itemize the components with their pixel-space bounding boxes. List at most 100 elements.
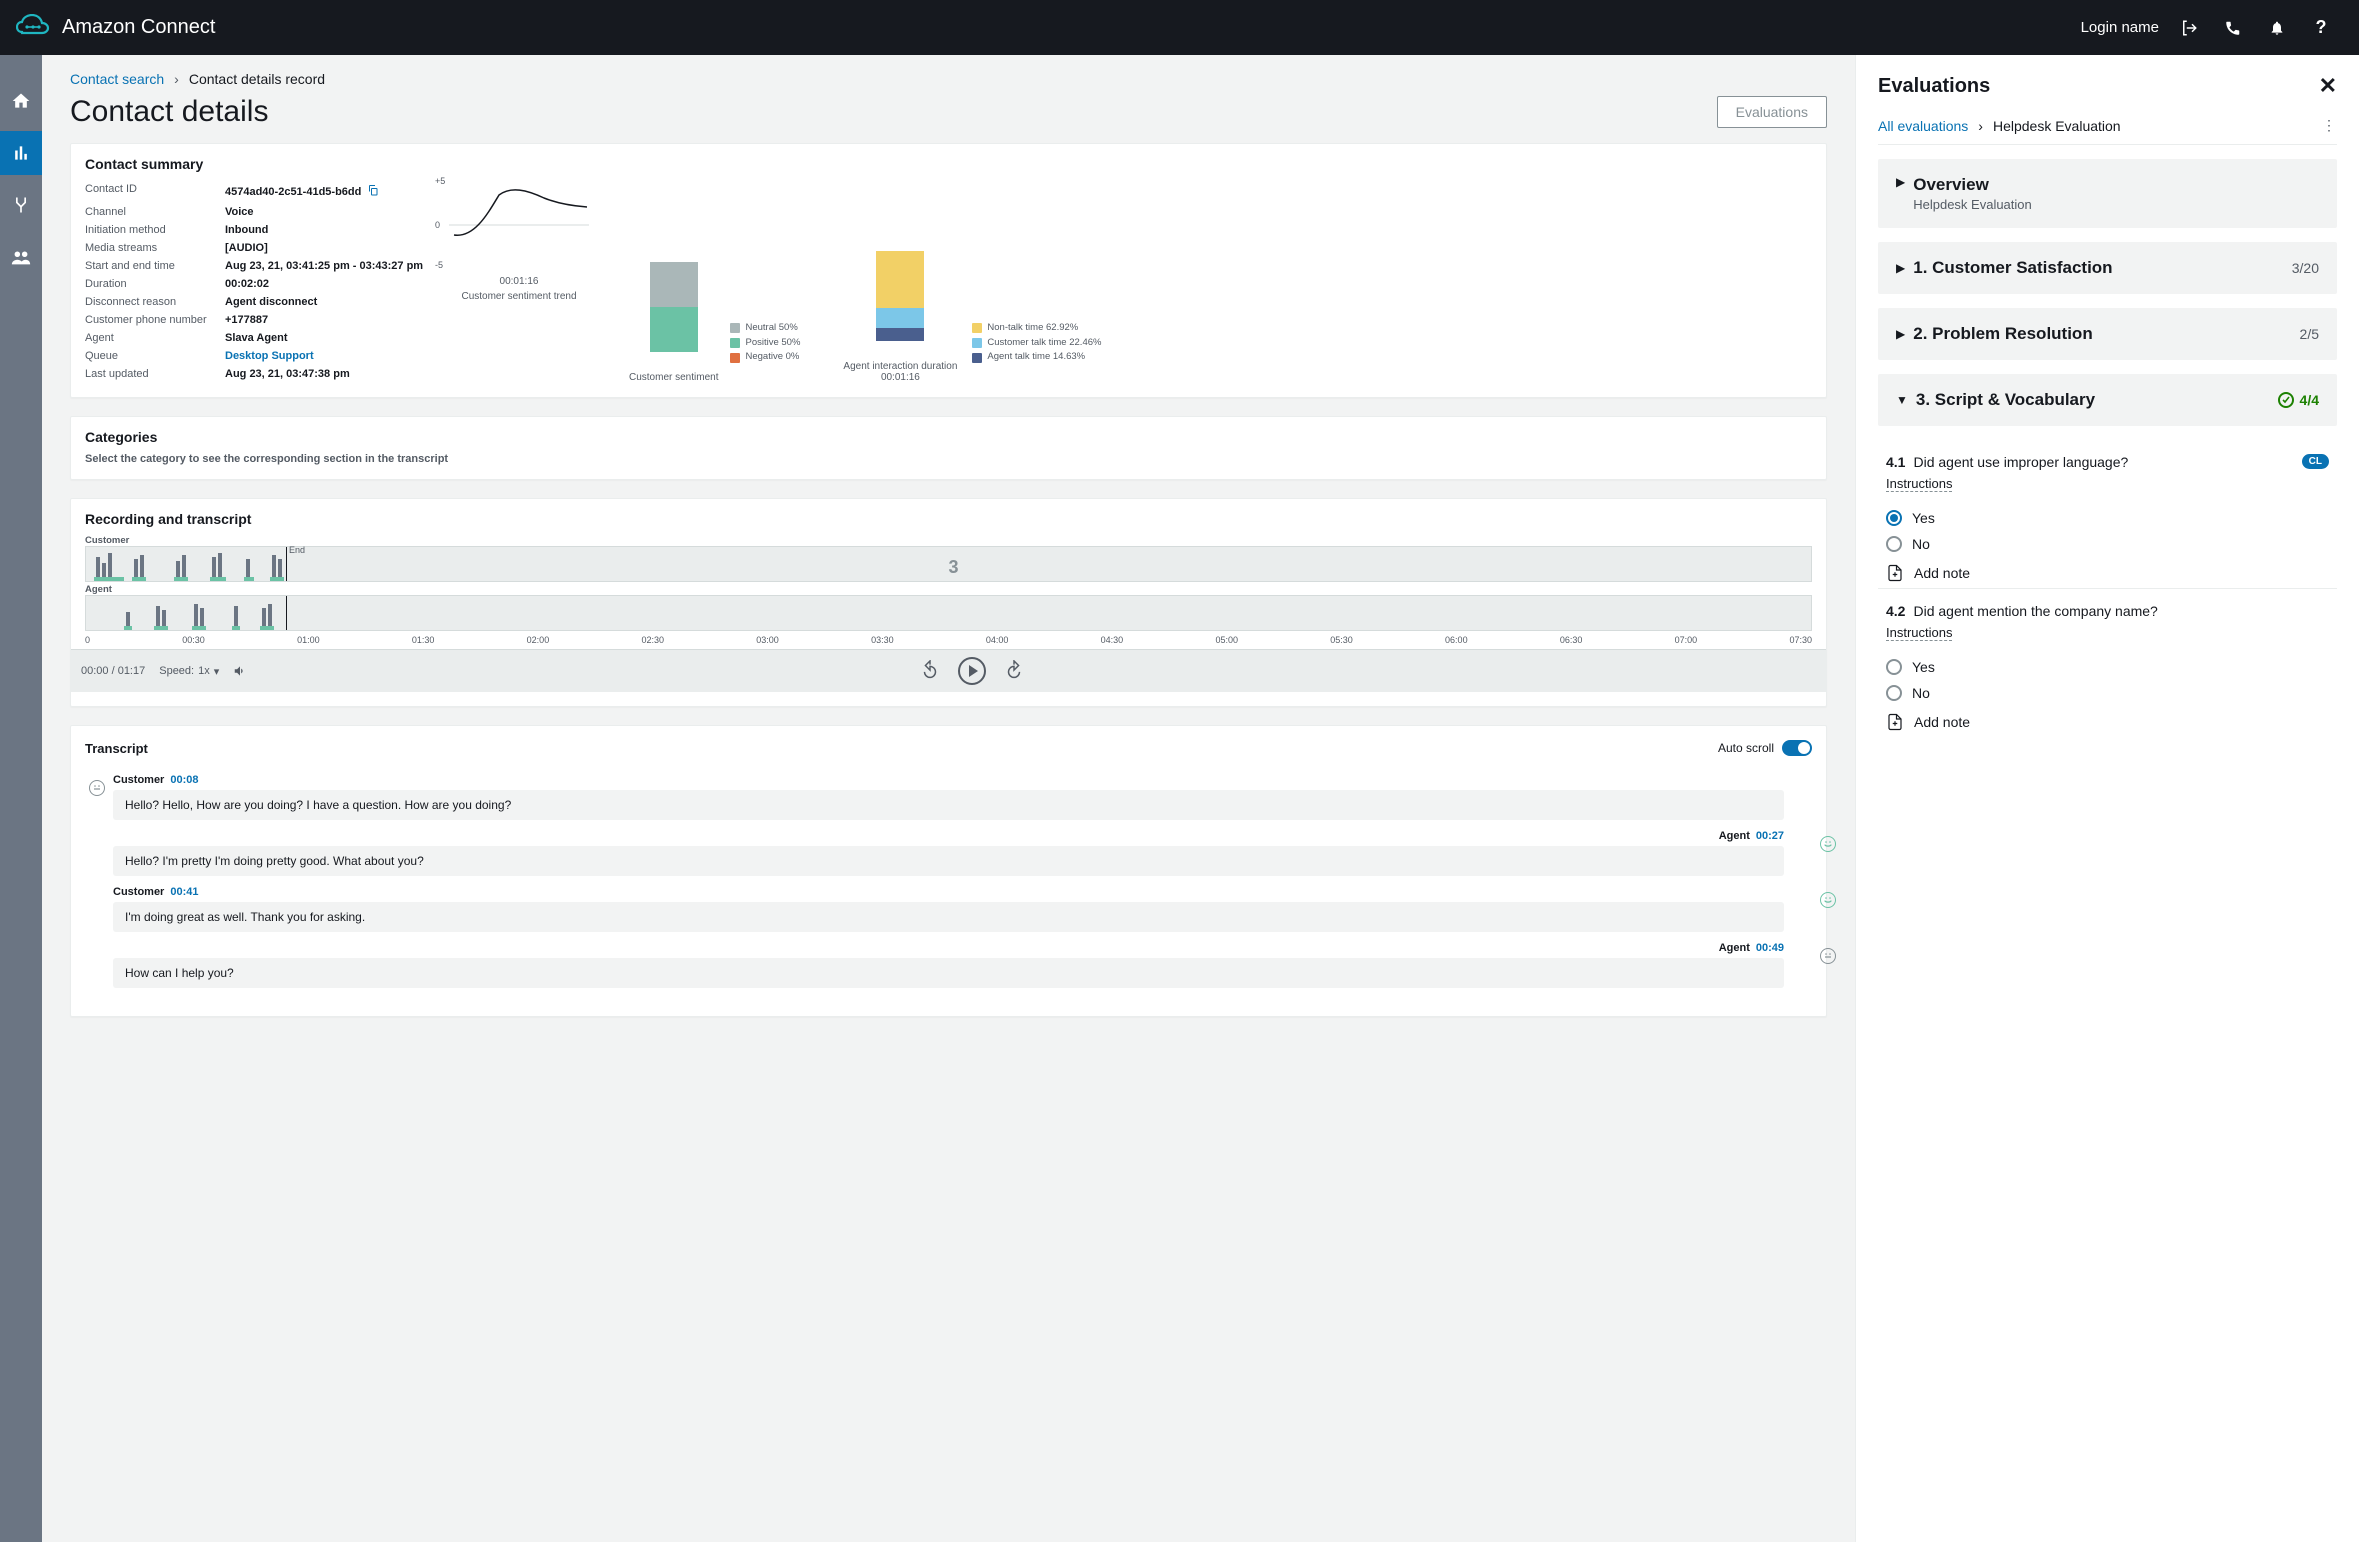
customer-waveform[interactable]: 3 End [85, 546, 1812, 582]
radio-option[interactable]: No [1886, 685, 2329, 701]
volume-icon[interactable] [233, 664, 247, 678]
radio-option[interactable]: Yes [1886, 659, 2329, 675]
breadcrumb-parent[interactable]: Contact search [70, 71, 164, 87]
signout-icon[interactable] [2167, 19, 2211, 37]
sentiment-icon [1820, 892, 1836, 908]
radio-option[interactable]: No [1886, 536, 2329, 552]
chart-interaction-duration: Agent interaction duration 00:01:16 Non-… [840, 180, 1101, 383]
transcript-turn: Agent00:49How can I help you? [113, 942, 1812, 988]
playbar: 00:00 / 01:17 Speed: 1x ▾ [71, 649, 1826, 692]
sentiment-icon [1820, 836, 1836, 852]
summary-meta-list: Contact ID4574ad40-2c51-41d5-b6ddChannel… [85, 180, 425, 383]
chart-sentiment-dist: Customer sentiment Neutral 50% Positive … [629, 180, 800, 383]
topbar: Amazon Connect Login name ? [0, 0, 2359, 55]
add-note-button[interactable]: Add note [1886, 564, 2329, 582]
categories-card: Categories Select the category to see th… [70, 416, 1827, 480]
transcript-message[interactable]: How can I help you? [113, 958, 1784, 988]
eval-question: 4.1Did agent use improper language?CLIns… [1878, 440, 2337, 588]
eval-section[interactable]: ▶2. Problem Resolution2/5 [1878, 308, 2337, 360]
connect-logo-icon [16, 14, 50, 42]
transcript-card: Transcript Auto scroll Customer00:08Hell… [70, 725, 1827, 1017]
recording-card: Recording and transcript Customer 3 End [70, 498, 1827, 707]
speed-selector[interactable]: Speed: 1x ▾ [159, 665, 219, 678]
summary-title: Contact summary [71, 144, 1826, 180]
time-ticks: 000:3001:0001:3002:0002:3003:0003:3004:0… [85, 633, 1812, 649]
evaluations-title: Evaluations [1878, 75, 1990, 98]
agent-waveform[interactable] [85, 595, 1812, 631]
transcript-turn: Customer00:41I'm doing great as well. Th… [113, 886, 1812, 932]
playhead[interactable] [286, 596, 287, 630]
left-nav [0, 55, 42, 1542]
summary-row: QueueDesktop Support [85, 347, 425, 365]
chevron-right-icon: › [1978, 118, 1983, 134]
summary-row: Start and end timeAug 23, 21, 03:41:25 p… [85, 257, 425, 275]
evaluations-panel: Evaluations ✕ All evaluations › Helpdesk… [1855, 55, 2359, 1542]
nav-analytics[interactable] [0, 131, 42, 175]
add-note-button[interactable]: Add note [1886, 713, 2329, 731]
summary-row: Media streams[AUDIO] [85, 239, 425, 257]
summary-row: Disconnect reasonAgent disconnect [85, 293, 425, 311]
copy-icon[interactable] [367, 183, 379, 200]
playback-time: 00:00 / 01:17 [81, 665, 145, 677]
expand-icon: ▶ [1896, 261, 1905, 275]
summary-row: ChannelVoice [85, 203, 425, 221]
summary-row: Last updatedAug 23, 21, 03:47:38 pm [85, 365, 425, 383]
evaluations-button[interactable]: Evaluations [1717, 96, 1827, 128]
sentiment-icon [89, 780, 105, 796]
instructions-link[interactable]: Instructions [1886, 476, 1952, 492]
eval-crumb-current: Helpdesk Evaluation [1993, 118, 2121, 134]
summary-row: Contact ID4574ad40-2c51-41d5-b6dd [85, 180, 425, 203]
categories-title: Categories [71, 417, 1826, 453]
playhead[interactable]: End [286, 547, 287, 581]
radio-option[interactable]: Yes [1886, 510, 2329, 526]
close-icon[interactable]: ✕ [2319, 73, 2337, 99]
transcript-message[interactable]: Hello? Hello, How are you doing? I have … [113, 790, 1784, 820]
transcript-turn: Agent00:27Hello? I'm pretty I'm doing pr… [113, 830, 1812, 876]
breadcrumb-current: Contact details record [189, 71, 325, 87]
contact-summary-card: Contact summary Contact ID4574ad40-2c51-… [70, 143, 1827, 398]
login-name: Login name [2081, 19, 2159, 36]
transcript-message[interactable]: Hello? I'm pretty I'm doing pretty good.… [113, 846, 1784, 876]
summary-row: AgentSlava Agent [85, 329, 425, 347]
chevron-down-icon: ▾ [214, 665, 220, 678]
summary-row: Duration00:02:02 [85, 275, 425, 293]
rewind-10-icon[interactable] [919, 660, 941, 682]
breadcrumb: Contact search › Contact details record [70, 71, 1827, 87]
eval-section[interactable]: ▶OverviewHelpdesk Evaluation [1878, 159, 2337, 228]
phone-icon[interactable] [2211, 20, 2255, 36]
transcript-title: Transcript [85, 741, 148, 756]
eval-question: 4.2Did agent mention the company name?In… [1878, 588, 2337, 737]
bell-icon[interactable] [2255, 19, 2299, 37]
expand-icon: ▶ [1896, 175, 1905, 189]
transcript-turn: Customer00:08Hello? Hello, How are you d… [113, 774, 1812, 820]
forward-10-icon[interactable] [1003, 660, 1025, 682]
eval-breadcrumb: All evaluations › Helpdesk Evaluation ⋮ [1878, 117, 2337, 134]
nav-users[interactable] [0, 235, 42, 279]
chart-sentiment-trend: +5 0 -5 00:01:16 Customer sentiment tren… [449, 180, 589, 383]
nav-routing[interactable] [0, 183, 42, 227]
instructions-link[interactable]: Instructions [1886, 625, 1952, 641]
autoscroll-toggle[interactable] [1782, 740, 1812, 756]
cl-badge: CL [2302, 454, 2329, 469]
sentiment-icon [1820, 948, 1836, 964]
transcript-message[interactable]: I'm doing great as well. Thank you for a… [113, 902, 1784, 932]
eval-crumb-parent[interactable]: All evaluations [1878, 118, 1968, 134]
expand-icon: ▼ [1896, 393, 1908, 407]
recording-title: Recording and transcript [71, 499, 1826, 535]
categories-hint: Select the category to see the correspon… [85, 453, 1812, 465]
page-title: Contact details [70, 95, 268, 129]
brand-logo: Amazon Connect [16, 14, 215, 42]
chevron-right-icon: › [174, 71, 179, 87]
eval-section[interactable]: ▼3. Script & Vocabulary4/4 [1878, 374, 2337, 426]
main-content: Contact search › Contact details record … [42, 55, 1855, 1542]
autoscroll-label: Auto scroll [1718, 741, 1774, 755]
brand-text: Amazon Connect [62, 16, 215, 39]
expand-icon: ▶ [1896, 327, 1905, 341]
play-button[interactable] [957, 656, 987, 686]
summary-row: Initiation methodInbound [85, 221, 425, 239]
help-icon[interactable]: ? [2299, 17, 2343, 38]
more-icon[interactable]: ⋮ [2322, 117, 2337, 134]
eval-section[interactable]: ▶1. Customer Satisfaction3/20 [1878, 242, 2337, 294]
summary-row: Customer phone number+177887 [85, 311, 425, 329]
nav-home[interactable] [0, 79, 42, 123]
